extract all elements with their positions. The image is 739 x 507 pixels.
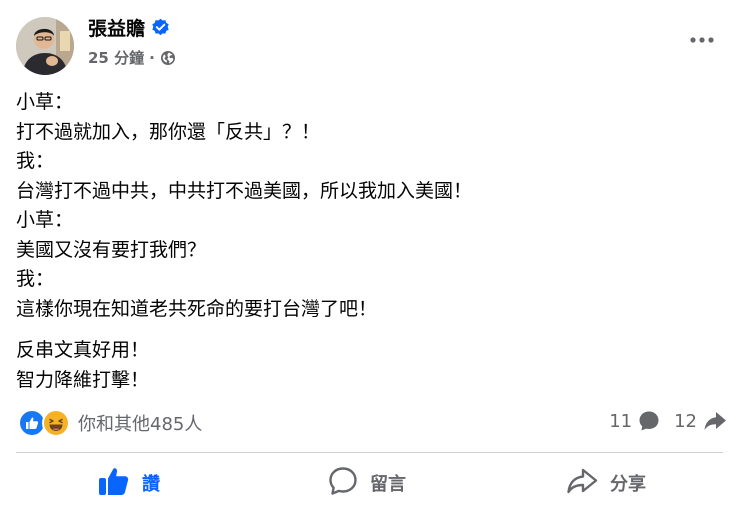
post-line: 反串文真好用！ — [16, 339, 150, 361]
author-row: 張益贍 — [88, 14, 170, 41]
more-options-icon — [690, 37, 714, 43]
post-meta: 25 分鐘 · — [88, 47, 176, 68]
reactions-summary[interactable]: 你和其他485人 — [18, 409, 202, 437]
post-line: 美國又沒有要打我們？ — [16, 238, 207, 261]
post-line: 這樣你現在知道老共死命的要打台灣了吧！ — [16, 297, 378, 320]
post-line: 我： — [16, 150, 55, 172]
meta-separator: · — [149, 48, 155, 67]
post-line: 我： — [16, 268, 55, 290]
post-line: 智力降維打擊！ — [16, 368, 150, 391]
comment-icon — [328, 466, 358, 501]
share-icon — [566, 467, 598, 500]
post-line: 台灣打不過中共，中共打不過美國，所以我加入美國！ — [16, 179, 473, 202]
post-paragraph-2: 反串文真好用！ 智力降維打擊！ — [16, 336, 716, 395]
avatar[interactable] — [16, 17, 74, 75]
thumbs-up-icon — [98, 466, 130, 501]
comments-count-value: 11 — [609, 410, 633, 432]
timestamp[interactable]: 25 分鐘 — [88, 47, 144, 68]
shares-count[interactable]: 12 — [674, 410, 727, 432]
globe-icon[interactable] — [160, 50, 176, 66]
comment-button[interactable]: 留言 — [328, 461, 406, 505]
reactions-summary-text: 你和其他485人 — [78, 414, 203, 435]
comments-count[interactable]: 11 — [609, 410, 660, 432]
comment-button-label: 留言 — [370, 474, 406, 495]
facebook-post: 張益贍 25 分鐘 · 小草： 打不過就加入，那你還「反共」？！ 我： 台灣打不… — [0, 0, 739, 507]
like-button[interactable]: 讚 — [98, 461, 160, 505]
divider — [16, 452, 723, 453]
author-name[interactable]: 張益贍 — [88, 14, 145, 41]
comment-bubble-icon — [639, 411, 659, 431]
post-line: 小草： — [16, 209, 74, 231]
share-button[interactable]: 分享 — [566, 461, 646, 505]
like-button-label: 讚 — [142, 474, 160, 495]
share-arrow-icon — [704, 412, 726, 430]
more-options-button[interactable] — [682, 22, 722, 58]
post-text: 小草： 打不過就加入，那你還「反共」？！ 我： 台灣打不過中共，中共打不過美國，… — [16, 88, 716, 395]
engagement-counts: 11 12 — [609, 410, 727, 432]
post-line: 小草： — [16, 91, 74, 113]
share-button-label: 分享 — [610, 474, 646, 495]
haha-reaction-icon — [42, 409, 70, 437]
shares-count-value: 12 — [674, 410, 697, 432]
post-line: 打不過就加入，那你還「反共」？！ — [16, 120, 321, 143]
verified-badge-icon — [151, 18, 170, 37]
